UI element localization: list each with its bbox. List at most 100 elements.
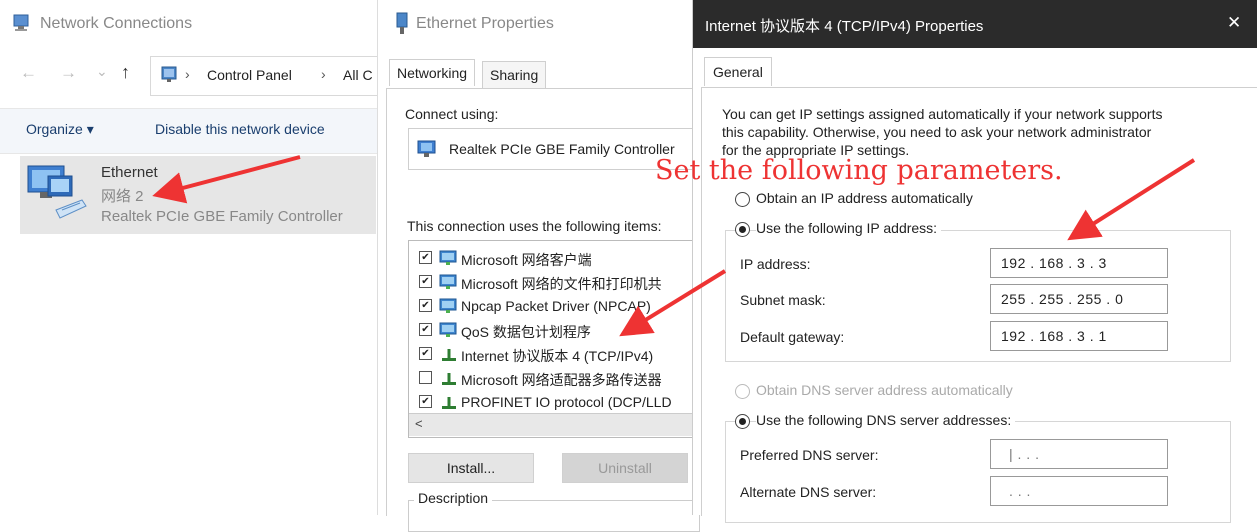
up-arrow-icon[interactable]: ↑ bbox=[121, 62, 130, 83]
command-bar: Organize ▾ Disable this network device bbox=[0, 108, 378, 154]
network-connections-window: Network Connections ← → ⌄ ↑ › Control Pa… bbox=[0, 0, 379, 515]
window-title: Network Connections bbox=[40, 15, 193, 32]
adapter-name: Ethernet bbox=[101, 164, 158, 181]
alternate-dns-label: Alternate DNS server: bbox=[740, 484, 877, 500]
recent-dropdown-icon[interactable]: ⌄ bbox=[96, 63, 108, 80]
ipv4-titlebar: Internet 协议版本 4 (TCP/IPv4) Properties ✕ bbox=[693, 0, 1257, 48]
close-icon[interactable]: ✕ bbox=[1227, 13, 1241, 33]
address-bar[interactable]: › Control Panel › All C bbox=[150, 56, 379, 96]
uninstall-button[interactable]: Uninstall bbox=[562, 453, 688, 483]
tab-networking[interactable]: Networking bbox=[389, 59, 476, 86]
network-component-icon bbox=[439, 322, 457, 337]
list-item-label: Internet 协议版本 4 (TCP/IPv4) bbox=[461, 348, 654, 364]
breadcrumb-control-panel[interactable]: Control Panel bbox=[207, 67, 292, 83]
checkbox-unchecked-icon[interactable] bbox=[419, 371, 432, 384]
organize-menu[interactable]: Organize ▾ bbox=[26, 121, 94, 138]
list-item-label: PROFINET IO protocol (DCP/LLD bbox=[461, 394, 672, 410]
list-item[interactable]: Microsoft 网络适配器多路传送器 bbox=[417, 367, 697, 389]
breadcrumb-all[interactable]: All C bbox=[343, 67, 373, 83]
checkbox-checked-icon[interactable]: ✔ bbox=[419, 251, 432, 264]
ip-address-field[interactable]: 192 . 168 . 3 . 3 bbox=[990, 248, 1168, 278]
ipv4-properties-window: Internet 协议版本 4 (TCP/IPv4) Properties ✕ … bbox=[692, 0, 1257, 523]
checkbox-checked-icon[interactable]: ✔ bbox=[419, 347, 432, 360]
list-item[interactable]: ✔ Microsoft 网络客户端 bbox=[417, 247, 697, 269]
preferred-dns-field[interactable]: | . . . bbox=[990, 439, 1168, 469]
network-component-icon bbox=[439, 274, 457, 289]
alternate-dns-field[interactable]: . . . bbox=[990, 476, 1168, 506]
ethernet-properties-window: Ethernet Properties Networking Sharing C… bbox=[377, 0, 700, 532]
list-item[interactable]: ✔ Microsoft 网络的文件和打印机共 bbox=[417, 271, 697, 293]
ethernet-adapter-item[interactable]: Ethernet 网络 2 Realtek PCIe GBE Family Co… bbox=[20, 156, 376, 234]
subnet-mask-field[interactable]: 255 . 255 . 255 . 0 bbox=[990, 284, 1168, 314]
scroll-left-icon[interactable]: < bbox=[415, 416, 423, 431]
network-component-icon bbox=[442, 373, 456, 385]
description-label: Description bbox=[414, 490, 493, 506]
use-dns-radio[interactable] bbox=[735, 414, 750, 432]
radio-on-icon[interactable] bbox=[735, 222, 750, 237]
subnet-mask-value: 255 . 255 . 255 . 0 bbox=[1001, 291, 1124, 307]
intro-text: You can get IP settings assigned automat… bbox=[722, 105, 1162, 159]
list-item[interactable]: ✔ Internet 协议版本 4 (TCP/IPv4) bbox=[417, 343, 697, 365]
alternate-dns-value: . . . bbox=[1009, 483, 1031, 499]
intro-line: this capability. Otherwise, you need to … bbox=[722, 124, 1152, 140]
window-title: Ethernet Properties bbox=[416, 15, 554, 32]
network-card-icon bbox=[417, 140, 436, 157]
tab-general[interactable]: General bbox=[704, 57, 772, 86]
list-item-label: Microsoft 网络适配器多路传送器 bbox=[461, 372, 662, 388]
adapter-network: 网络 2 bbox=[101, 188, 144, 205]
default-gateway-value: 192 . 168 . 3 . 1 bbox=[1001, 328, 1107, 344]
preferred-dns-label: Preferred DNS server: bbox=[740, 447, 879, 463]
list-item-label: QoS 数据包计划程序 bbox=[461, 324, 591, 340]
use-ip-label: Use the following IP address: bbox=[756, 220, 942, 236]
list-item[interactable]: ✔ Npcap Packet Driver (NPCAP) bbox=[417, 295, 697, 317]
disable-device-button[interactable]: Disable this network device bbox=[155, 121, 325, 137]
use-ip-radio[interactable] bbox=[735, 222, 750, 240]
network-component-icon bbox=[439, 250, 457, 265]
ethernet-icon bbox=[396, 12, 408, 34]
forward-arrow-icon[interactable]: → bbox=[60, 63, 77, 83]
radio-disabled-icon[interactable] bbox=[735, 384, 750, 399]
network-adapter-icon bbox=[27, 165, 87, 219]
connect-using-label: Connect using: bbox=[405, 106, 499, 122]
obtain-ip-radio[interactable] bbox=[735, 192, 750, 210]
list-item-label: Npcap Packet Driver (NPCAP) bbox=[461, 298, 651, 314]
checkbox-checked-icon[interactable]: ✔ bbox=[419, 299, 432, 312]
radio-off-icon[interactable] bbox=[735, 192, 750, 207]
window-title: Internet 协议版本 4 (TCP/IPv4) Properties bbox=[705, 18, 984, 35]
ip-address-label: IP address: bbox=[740, 256, 811, 272]
list-item-label: Microsoft 网络的文件和打印机共 bbox=[461, 276, 662, 292]
adapter-device: Realtek PCIe GBE Family Controller bbox=[101, 208, 343, 225]
default-gateway-label: Default gateway: bbox=[740, 329, 845, 345]
checkbox-checked-icon[interactable]: ✔ bbox=[419, 395, 432, 408]
breadcrumb-sep-icon: › bbox=[185, 66, 190, 82]
annotation-text: Set the following parameters. bbox=[655, 155, 1063, 186]
preferred-dns-value: | . . . bbox=[1009, 446, 1040, 462]
ip-address-value: 192 . 168 . 3 . 3 bbox=[1001, 255, 1107, 271]
tab-sharing[interactable]: Sharing bbox=[482, 61, 547, 88]
subnet-mask-label: Subnet mask: bbox=[740, 292, 826, 308]
obtain-dns-label: Obtain DNS server address automatically bbox=[756, 382, 1013, 398]
default-gateway-field[interactable]: 192 . 168 . 3 . 1 bbox=[990, 321, 1168, 351]
obtain-dns-radio[interactable] bbox=[735, 384, 750, 402]
breadcrumb-sep-icon: › bbox=[321, 66, 326, 82]
use-dns-label: Use the following DNS server addresses: bbox=[756, 412, 1016, 428]
network-component-icon bbox=[442, 349, 456, 361]
network-component-icon bbox=[442, 397, 456, 409]
horizontal-scrollbar[interactable]: < bbox=[409, 413, 699, 436]
checkbox-checked-icon[interactable]: ✔ bbox=[419, 323, 432, 336]
adapter-name: Realtek PCIe GBE Family Controller bbox=[449, 141, 675, 157]
list-item[interactable]: ✔ QoS 数据包计划程序 bbox=[417, 319, 697, 341]
intro-line: You can get IP settings assigned automat… bbox=[722, 106, 1163, 122]
radio-on-icon[interactable] bbox=[735, 414, 750, 429]
install-button[interactable]: Install... bbox=[408, 453, 534, 483]
network-connections-icon bbox=[13, 14, 29, 31]
checkbox-checked-icon[interactable]: ✔ bbox=[419, 275, 432, 288]
dns-group bbox=[725, 421, 1231, 523]
network-component-icon bbox=[439, 298, 457, 313]
list-item-label: Microsoft 网络客户端 bbox=[461, 252, 592, 268]
control-panel-icon bbox=[161, 66, 177, 82]
back-arrow-icon[interactable]: ← bbox=[20, 63, 37, 83]
list-item[interactable]: ✔ PROFINET IO protocol (DCP/LLD bbox=[417, 391, 697, 413]
obtain-ip-label: Obtain an IP address automatically bbox=[756, 190, 973, 206]
items-list[interactable]: ✔ Microsoft 网络客户端 ✔ Microsoft 网络的文件和打印机共 ✔ Np… bbox=[408, 240, 700, 438]
